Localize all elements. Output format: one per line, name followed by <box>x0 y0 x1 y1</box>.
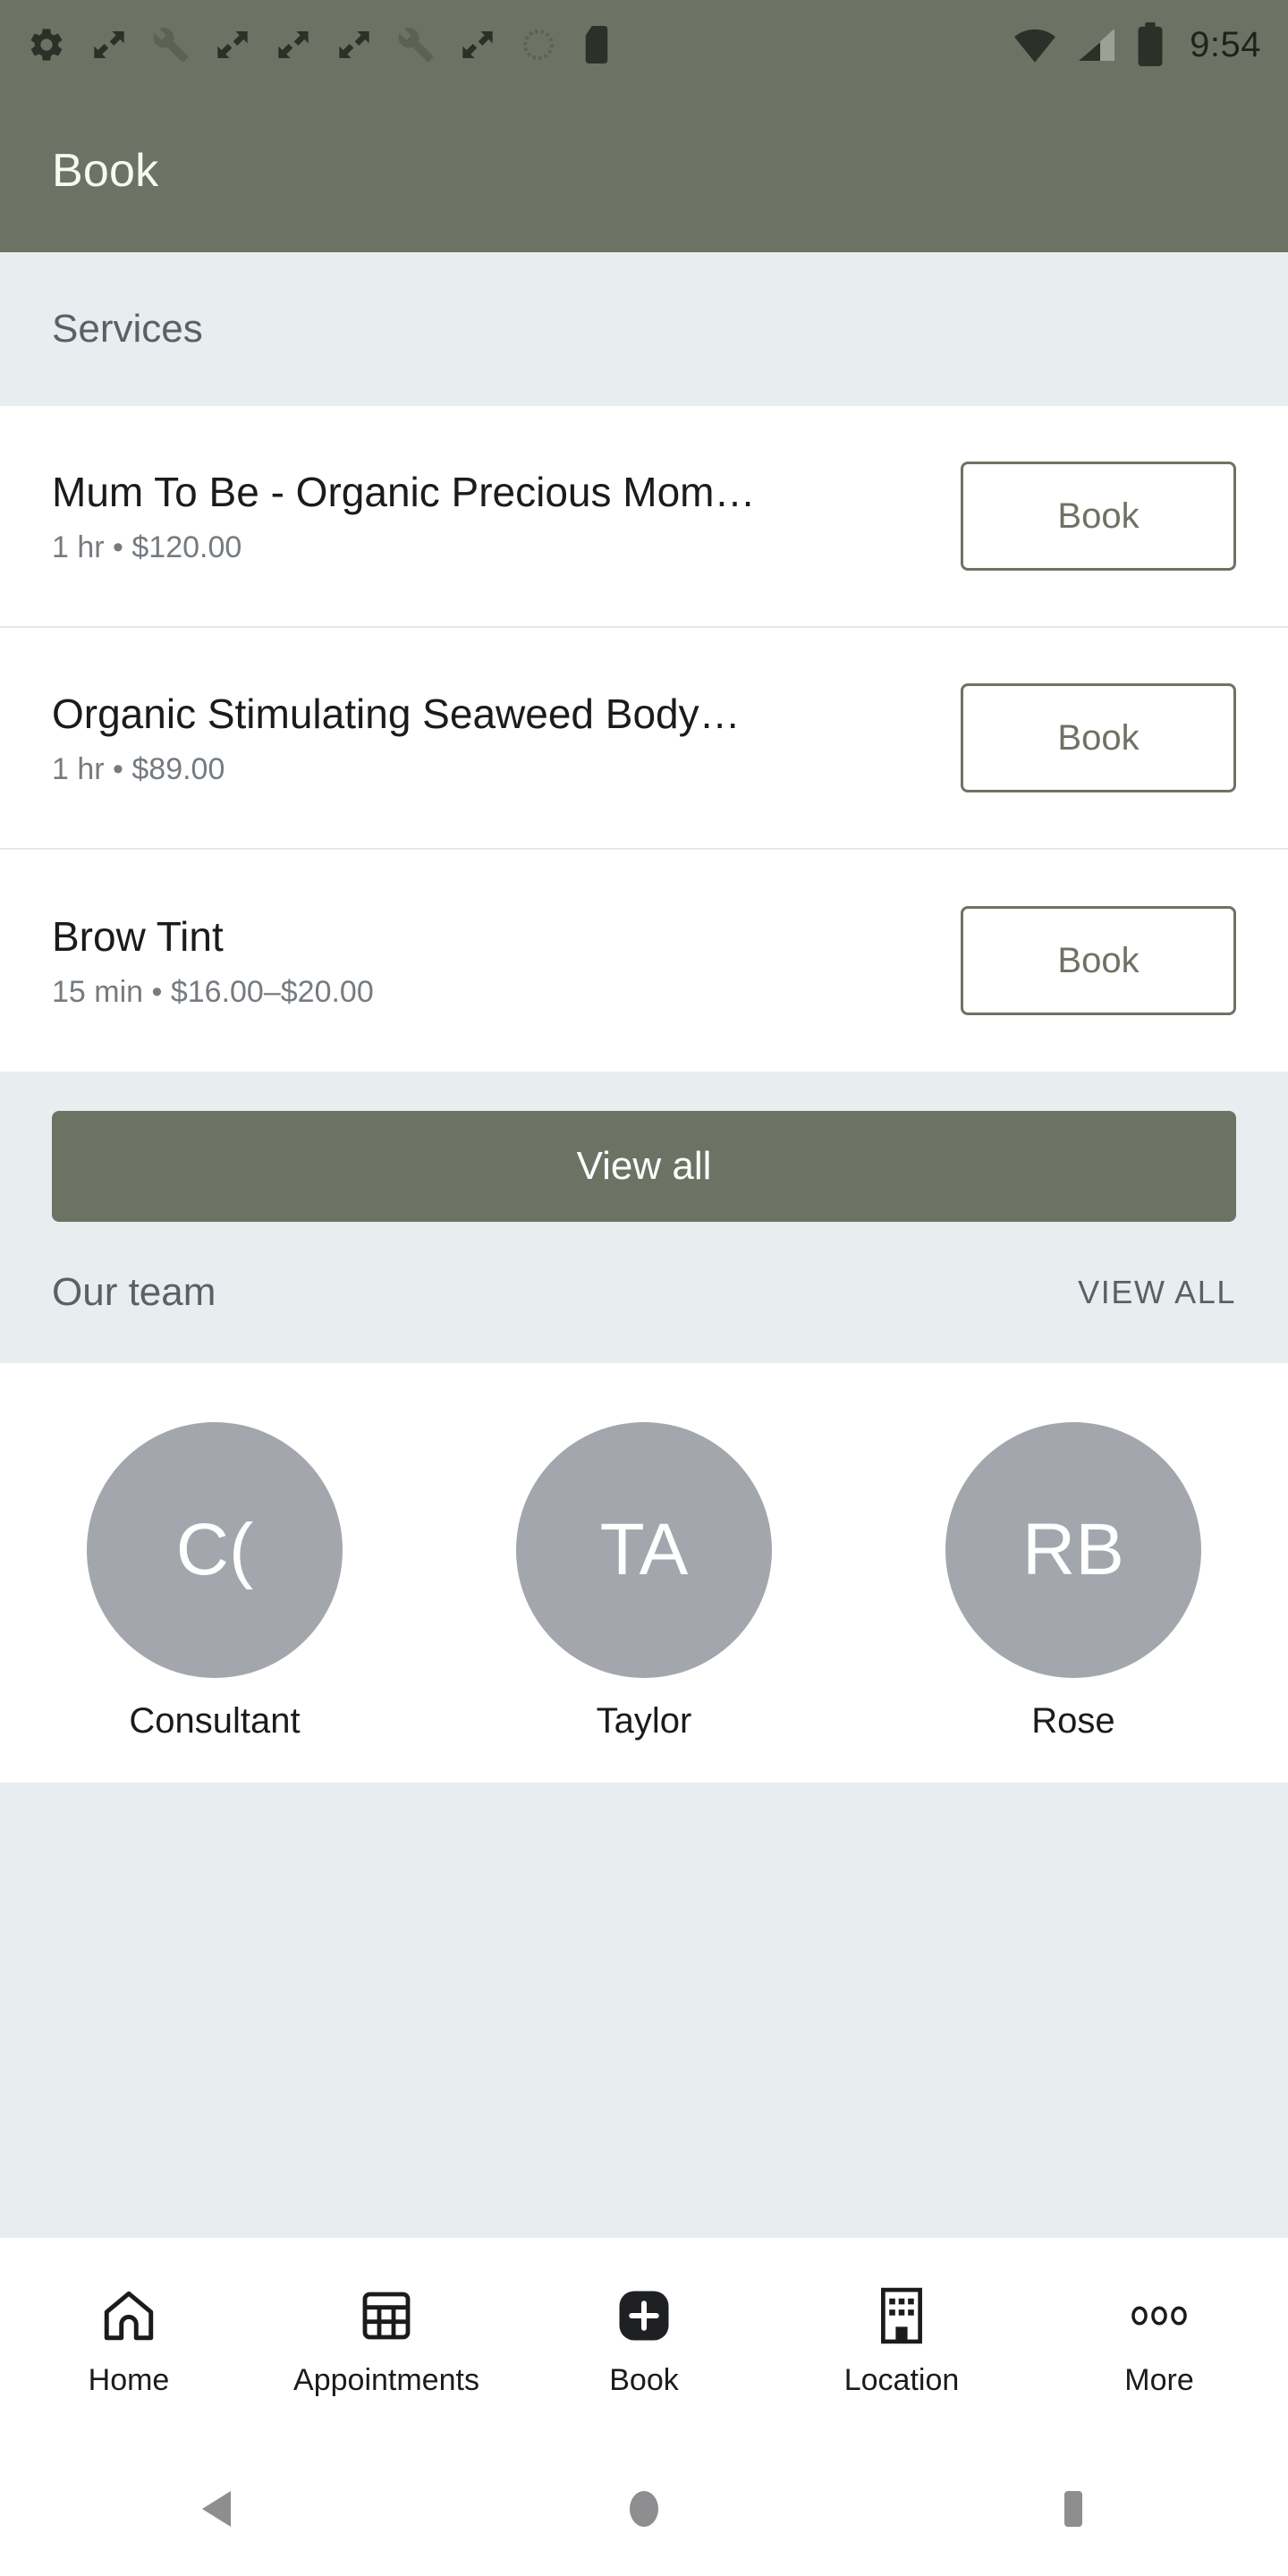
service-meta: 15 min • $16.00–$20.00 <box>52 974 374 1009</box>
service-info: Brow Tint 15 min • $16.00–$20.00 <box>52 911 961 1011</box>
services-header-label: Services <box>52 307 203 351</box>
nav-item-more[interactable]: More <box>1030 2283 1288 2398</box>
plus-square-icon <box>614 2283 674 2349</box>
service-info: Organic Stimulating Seaweed Body… 1 hr •… <box>52 689 961 788</box>
avatar[interactable]: TA <box>516 1422 772 1678</box>
cellular-signal-icon <box>1079 29 1115 61</box>
resize-icon <box>217 31 248 58</box>
team-view-all-link[interactable]: VIEW ALL <box>1078 1274 1236 1311</box>
team-member-name: Taylor <box>596 1701 692 1741</box>
circle-dotted-icon <box>522 29 555 61</box>
table-row[interactable]: Mum To Be - Organic Precious Mom… 1 hr •… <box>0 406 1288 628</box>
empty-content-area <box>0 1783 1288 2236</box>
triangle-back-icon <box>202 2491 231 2527</box>
status-bar-right-icons: 9:54 <box>1013 22 1261 67</box>
team-section-header: Our team VIEW ALL <box>0 1222 1288 1363</box>
android-back-button[interactable] <box>0 2487 429 2530</box>
nav-item-appointments[interactable]: Appointments <box>258 2283 515 2398</box>
nav-item-home[interactable]: Home <box>0 2283 258 2398</box>
team-member-name: Consultant <box>129 1701 301 1741</box>
service-name: Mum To Be - Organic Precious Mom… <box>52 468 756 515</box>
services-section-header: Services <box>0 252 1288 406</box>
nav-label-book: Book <box>609 2362 679 2397</box>
app-bar: Book <box>0 89 1288 252</box>
services-list: Mum To Be - Organic Precious Mom… 1 hr •… <box>0 406 1288 1072</box>
nav-label-home: Home <box>88 2362 170 2397</box>
wrench-icon <box>153 27 189 63</box>
book-button[interactable]: Book <box>961 683 1236 792</box>
building-icon <box>874 2283 929 2349</box>
wrench-icon <box>398 27 434 63</box>
team-header-label: Our team <box>52 1270 216 1314</box>
view-all-services-button[interactable]: View all <box>52 1111 1236 1222</box>
android-recents-button[interactable] <box>859 2487 1288 2530</box>
nav-label-appointments: Appointments <box>293 2362 479 2397</box>
app-screen: 9:54 Book Services Mum To Be - Organic P… <box>0 0 1288 2576</box>
avatar[interactable]: RB <box>945 1422 1201 1678</box>
list-item[interactable]: TA Taylor <box>429 1422 859 1741</box>
nav-item-location[interactable]: Location <box>773 2283 1030 2398</box>
resize-icon <box>462 31 493 58</box>
bottom-navigation-bar: Home Appointments Book Location More <box>0 2236 1288 2442</box>
service-meta: 1 hr • $120.00 <box>52 530 242 564</box>
book-button[interactable]: Book <box>961 906 1236 1015</box>
nav-item-book[interactable]: Book <box>515 2283 773 2398</box>
gear-icon <box>30 29 63 61</box>
status-bar: 9:54 <box>0 0 1288 89</box>
status-bar-left-icons <box>27 25 1013 64</box>
avatar[interactable]: C( <box>87 1422 343 1678</box>
calendar-grid-icon <box>358 2283 415 2349</box>
resize-icon <box>278 31 309 58</box>
nav-label-more: More <box>1124 2362 1194 2397</box>
table-row[interactable]: Brow Tint 15 min • $16.00–$20.00 Book <box>0 850 1288 1072</box>
team-members-list: C( Consultant TA Taylor RB Rose <box>0 1363 1288 1783</box>
more-dots-icon <box>1130 2283 1189 2349</box>
android-home-button[interactable] <box>429 2487 859 2530</box>
android-system-nav <box>0 2442 1288 2576</box>
service-name: Organic Stimulating Seaweed Body… <box>52 690 741 737</box>
team-member-name: Rose <box>1031 1701 1115 1741</box>
square-recents-icon <box>1064 2491 1082 2527</box>
table-row[interactable]: Organic Stimulating Seaweed Body… 1 hr •… <box>0 628 1288 850</box>
wifi-icon <box>1014 29 1056 63</box>
sd-card-icon <box>585 26 608 64</box>
circle-home-icon <box>630 2491 658 2527</box>
view-all-services-container: View all <box>0 1072 1288 1222</box>
resize-icon <box>339 31 369 58</box>
status-bar-clock: 9:54 <box>1190 24 1261 64</box>
service-name: Brow Tint <box>52 912 224 960</box>
list-item[interactable]: C( Consultant <box>0 1422 429 1741</box>
list-item[interactable]: RB Rose <box>859 1422 1288 1741</box>
service-meta: 1 hr • $89.00 <box>52 751 225 786</box>
battery-icon <box>1138 22 1163 67</box>
home-icon <box>99 2283 158 2349</box>
service-info: Mum To Be - Organic Precious Mom… 1 hr •… <box>52 467 961 566</box>
resize-icon <box>94 31 124 58</box>
book-button[interactable]: Book <box>961 462 1236 571</box>
page-title: Book <box>52 145 159 197</box>
nav-label-location: Location <box>843 2362 960 2397</box>
